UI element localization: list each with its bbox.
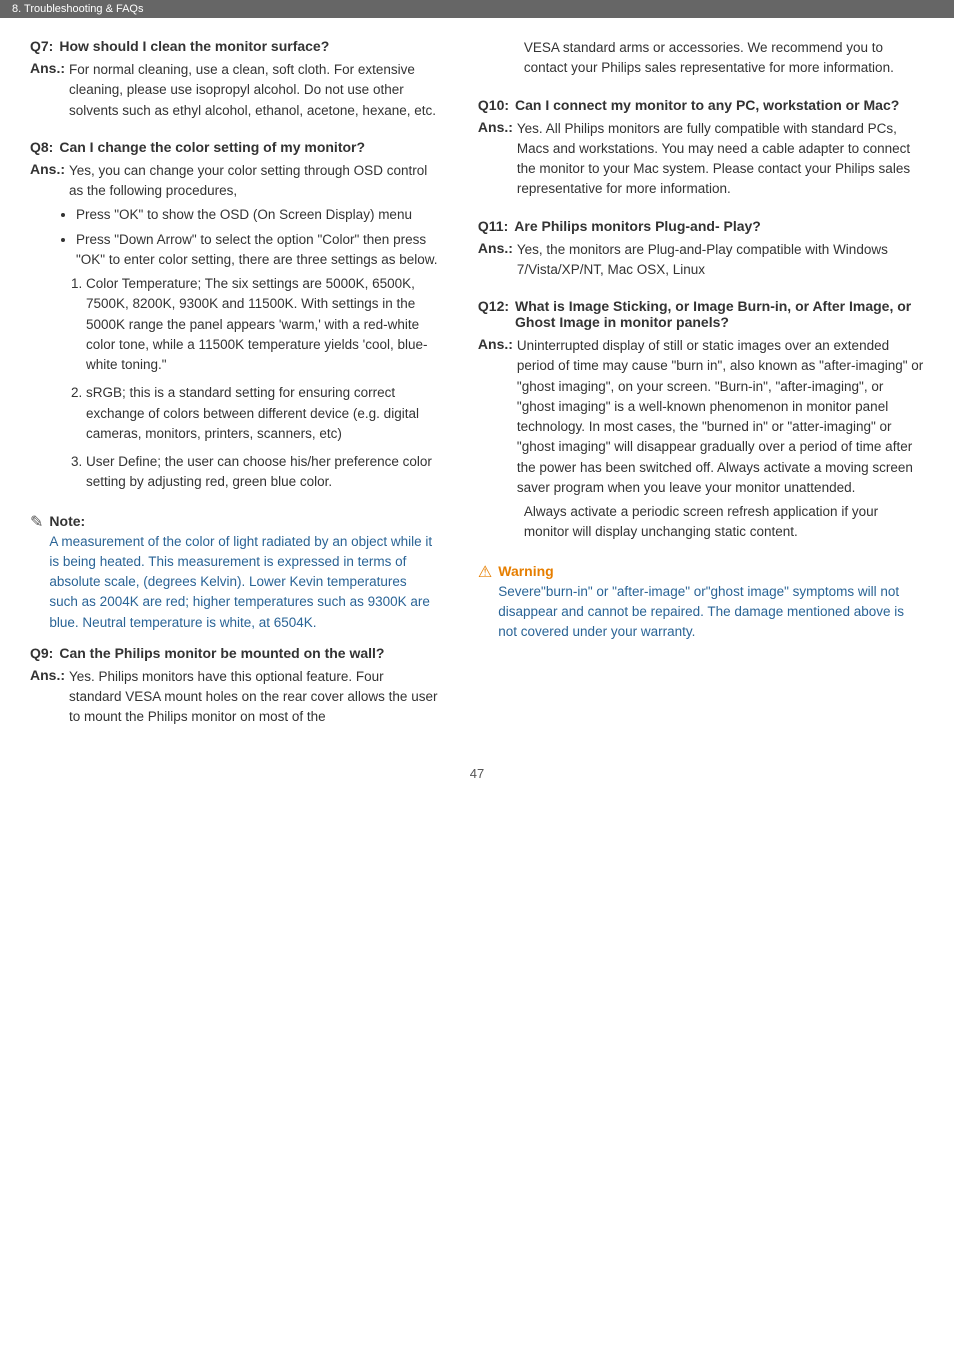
q8-num-3: User Define; the user can choose his/her… [86,452,438,493]
q9-answer: Yes. Philips monitors have this optional… [69,667,438,728]
left-column: Q7: How should I clean the monitor surfa… [0,38,458,746]
q8-bullet-list: Press "OK" to show the OSD (On Screen Di… [76,205,438,270]
q9-answer-line: Ans.: Yes. Philips monitors have this op… [30,667,438,728]
q12-question: What is Image Sticking, or Image Burn-in… [515,298,924,330]
q10-label: Q10: [478,97,509,113]
note-title: Note: [49,511,438,532]
q8-num-1: Color Temperature; The six settings are … [86,274,438,375]
q8-question-line: Q8: Can I change the color setting of my… [30,139,438,155]
q11-question-line: Q11: Are Philips monitors Plug-and- Play… [478,218,924,234]
note-text: A measurement of the color of light radi… [49,532,438,633]
q8-answer-intro: Yes, you can change your color setting t… [69,161,438,202]
q7-answer-line: Ans.: For normal cleaning, use a clean, … [30,60,438,121]
q7-ans-label: Ans.: [30,60,65,121]
q8-ans-label: Ans.: [30,161,65,202]
q8-answer-intro-line: Ans.: Yes, you can change your color set… [30,161,438,202]
q11-label: Q11: [478,218,508,234]
warning-icon: ⚠ [478,562,492,643]
q10-question: Can I connect my monitor to any PC, work… [515,97,899,113]
q11-answer: Yes, the monitors are Plug-and-Play comp… [517,240,924,281]
q12-question-line: Q12: What is Image Sticking, or Image Bu… [478,298,924,330]
right-column: VESA standard arms or accessories. We re… [458,38,954,746]
q10-ans-label: Ans.: [478,119,513,200]
q9-question: Can the Philips monitor be mounted on th… [59,645,384,661]
q12-answer2: Always activate a periodic screen refres… [524,502,924,543]
q11-block: Q11: Are Philips monitors Plug-and- Play… [478,218,924,281]
header-bar: 8. Troubleshooting & FAQs [0,0,954,18]
warning-text: Severe"burn-in" or "after-image" or"ghos… [498,582,924,643]
warning-block: ⚠ Warning Severe"burn-in" or "after-imag… [478,561,924,643]
q10-answer-line: Ans.: Yes. All Philips monitors are full… [478,119,924,200]
q7-block: Q7: How should I clean the monitor surfa… [30,38,438,121]
q12-answer1: Uninterrupted display of still or static… [517,336,924,498]
q8-question: Can I change the color setting of my mon… [59,139,365,155]
q12-answer-line: Ans.: Uninterrupted display of still or … [478,336,924,498]
note-content: Note: A measurement of the color of ligh… [49,511,438,633]
q9-cont-text: VESA standard arms or accessories. We re… [524,38,924,79]
warning-content: Warning Severe"burn-in" or "after-image"… [498,561,924,643]
q12-block: Q12: What is Image Sticking, or Image Bu… [478,298,924,543]
header-label: 8. Troubleshooting & FAQs [12,3,143,15]
q12-label: Q12: [478,298,509,330]
q8-num-2: sRGB; this is a standard setting for ens… [86,383,438,444]
q11-answer-line: Ans.: Yes, the monitors are Plug-and-Pla… [478,240,924,281]
q7-question-line: Q7: How should I clean the monitor surfa… [30,38,438,54]
q8-bullet-2: Press "Down Arrow" to select the option … [76,230,438,271]
q7-label: Q7: [30,38,53,54]
q10-question-line: Q10: Can I connect my monitor to any PC,… [478,97,924,113]
q7-question: How should I clean the monitor surface? [59,38,329,54]
q8-bullet-1: Press "OK" to show the OSD (On Screen Di… [76,205,438,225]
two-column-layout: Q7: How should I clean the monitor surfa… [0,38,954,746]
page-number: 47 [0,766,954,801]
note-block: ✎ Note: A measurement of the color of li… [30,511,438,633]
q9-label: Q9: [30,645,53,661]
note-icon: ✎ [30,512,43,633]
q9-cont-block: VESA standard arms or accessories. We re… [478,38,924,79]
q9-block: Q9: Can the Philips monitor be mounted o… [30,645,438,728]
q7-answer: For normal cleaning, use a clean, soft c… [69,60,438,121]
warning-title: Warning [498,561,924,582]
q10-block: Q10: Can I connect my monitor to any PC,… [478,97,924,200]
q8-numbered-list: Color Temperature; The six settings are … [86,274,438,493]
q11-ans-label: Ans.: [478,240,513,281]
q11-question: Are Philips monitors Plug-and- Play? [514,218,761,234]
q8-label: Q8: [30,139,53,155]
q9-question-line: Q9: Can the Philips monitor be mounted o… [30,645,438,661]
page: 8. Troubleshooting & FAQs Q7: How should… [0,0,954,1350]
q12-ans-label: Ans.: [478,336,513,498]
q9-ans-label: Ans.: [30,667,65,728]
q10-answer: Yes. All Philips monitors are fully comp… [517,119,924,200]
q8-block: Q8: Can I change the color setting of my… [30,139,438,493]
